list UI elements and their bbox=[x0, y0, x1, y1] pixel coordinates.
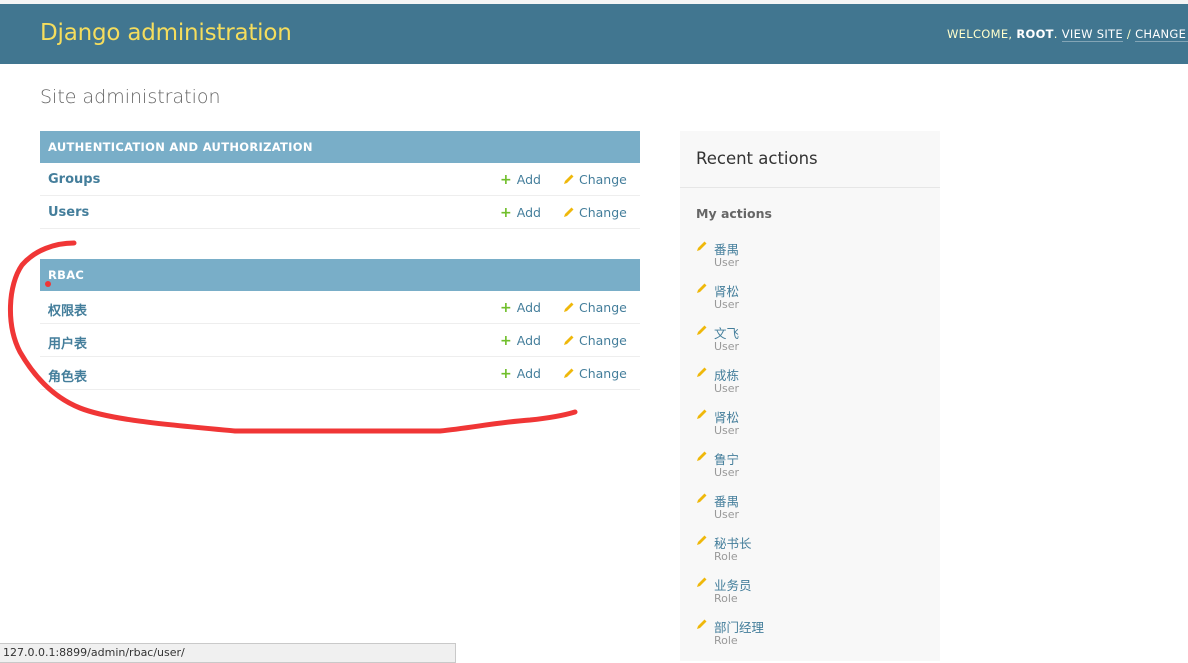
add-label: Add bbox=[516, 366, 541, 381]
site-branding[interactable]: Django administration bbox=[40, 20, 292, 46]
pencil-icon bbox=[697, 241, 707, 251]
action-type: User bbox=[714, 298, 740, 311]
pencil-icon bbox=[564, 335, 574, 345]
model-link-permission[interactable]: 权限表 bbox=[48, 300, 87, 319]
action-type: Role bbox=[714, 550, 738, 563]
table-row: 权限表 + Add Change bbox=[40, 291, 640, 324]
add-button[interactable]: + Add bbox=[500, 366, 541, 382]
add-label: Add bbox=[516, 333, 541, 348]
model-link-users[interactable]: Users bbox=[48, 205, 89, 220]
module-auth: AUTHENTICATION AND AUTHORIZATION Groups … bbox=[40, 131, 640, 229]
change-label: Change bbox=[579, 172, 627, 187]
change-button[interactable]: Change bbox=[563, 333, 627, 348]
recent-actions-title: Recent actions bbox=[696, 149, 818, 168]
change-password-link[interactable]: CHANGE PA bbox=[1135, 27, 1188, 42]
pencil-icon bbox=[697, 367, 707, 377]
action-type: User bbox=[714, 508, 740, 521]
pencil-icon bbox=[697, 493, 707, 503]
module-rbac: RBAC 权限表 + Add Change 用户表 + Add Change 角色表… bbox=[40, 259, 640, 390]
page-title: Site administration bbox=[40, 86, 221, 108]
action-type: User bbox=[714, 424, 740, 437]
action-type: Role bbox=[714, 592, 738, 605]
change-label: Change bbox=[579, 300, 627, 315]
user-tools-separator: / bbox=[1126, 27, 1132, 41]
model-link-role[interactable]: 角色表 bbox=[48, 366, 87, 385]
change-button[interactable]: Change bbox=[563, 205, 627, 220]
change-button[interactable]: Change bbox=[563, 300, 627, 315]
change-label: Change bbox=[579, 333, 627, 348]
divider bbox=[680, 187, 940, 188]
table-row: 角色表 + Add Change bbox=[40, 357, 640, 390]
pencil-icon bbox=[564, 207, 574, 217]
action-type: User bbox=[714, 466, 740, 479]
view-site-link[interactable]: VIEW SITE bbox=[1061, 27, 1123, 42]
pencil-icon bbox=[697, 619, 707, 629]
my-actions-heading: My actions bbox=[696, 206, 772, 221]
plus-icon: + bbox=[500, 172, 512, 188]
pencil-icon bbox=[697, 577, 707, 587]
add-button[interactable]: + Add bbox=[500, 172, 541, 188]
pencil-icon bbox=[564, 368, 574, 378]
table-row: 用户表 + Add Change bbox=[40, 324, 640, 357]
browser-status-bar: 127.0.0.1:8899/admin/rbac/user/ bbox=[0, 643, 456, 663]
action-type: User bbox=[714, 340, 740, 353]
pencil-icon bbox=[697, 325, 707, 335]
table-row: Groups + Add Change bbox=[40, 163, 640, 196]
action-type: User bbox=[714, 382, 740, 395]
plus-icon: + bbox=[500, 205, 512, 221]
module-caption[interactable]: RBAC bbox=[40, 259, 640, 291]
module-caption[interactable]: AUTHENTICATION AND AUTHORIZATION bbox=[40, 131, 640, 163]
recent-actions-panel: Recent actions My actions 番禺 User 肾松 User … bbox=[680, 131, 940, 661]
add-label: Add bbox=[516, 205, 541, 220]
user-tools: WELCOME, ROOT. VIEW SITE / CHANGE PA bbox=[947, 27, 1188, 42]
change-label: Change bbox=[579, 366, 627, 381]
pencil-icon bbox=[697, 409, 707, 419]
add-button[interactable]: + Add bbox=[500, 300, 541, 316]
add-button[interactable]: + Add bbox=[500, 205, 541, 221]
change-button[interactable]: Change bbox=[563, 366, 627, 381]
pencil-icon bbox=[697, 535, 707, 545]
plus-icon: + bbox=[500, 333, 512, 349]
pencil-icon bbox=[697, 451, 707, 461]
add-label: Add bbox=[516, 300, 541, 315]
plus-icon: + bbox=[500, 300, 512, 316]
model-link-user[interactable]: 用户表 bbox=[48, 333, 87, 352]
welcome-text: WELCOME, bbox=[947, 27, 1013, 41]
plus-icon: + bbox=[500, 366, 512, 382]
change-button[interactable]: Change bbox=[563, 172, 627, 187]
add-label: Add bbox=[516, 172, 541, 187]
pencil-icon bbox=[697, 283, 707, 293]
change-label: Change bbox=[579, 205, 627, 220]
site-header: Django administration WELCOME, ROOT. VIE… bbox=[0, 4, 1188, 64]
add-button[interactable]: + Add bbox=[500, 333, 541, 349]
username: ROOT bbox=[1016, 27, 1054, 41]
pencil-icon bbox=[564, 302, 574, 312]
model-link-groups[interactable]: Groups bbox=[48, 172, 100, 187]
action-type: Role bbox=[714, 634, 738, 647]
action-type: User bbox=[714, 256, 740, 269]
pencil-icon bbox=[564, 174, 574, 184]
table-row: Users + Add Change bbox=[40, 196, 640, 229]
